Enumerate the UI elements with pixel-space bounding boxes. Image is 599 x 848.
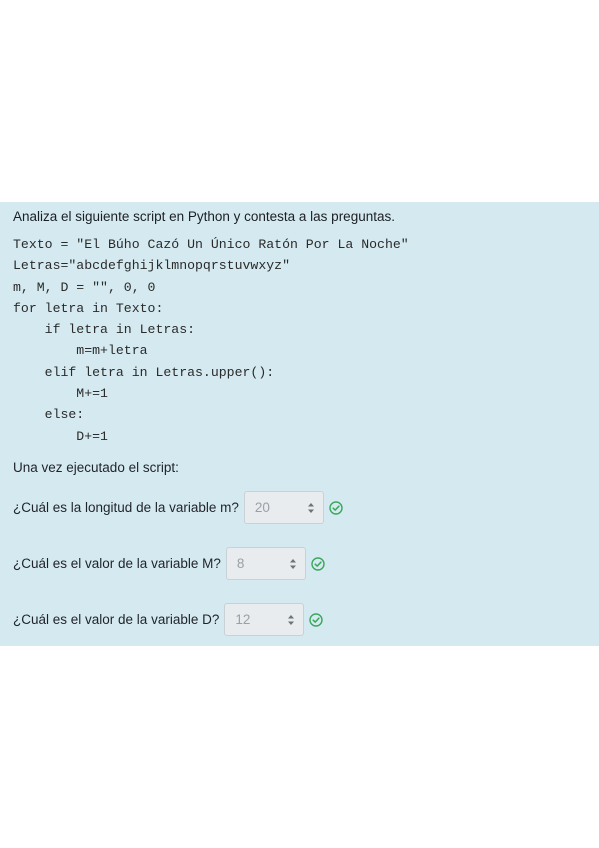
answer-select-M[interactable]: 8: [225, 547, 306, 580]
question-label: ¿Cuál es la longitud de la variable m?: [13, 500, 239, 515]
question-intro: Analiza el siguiente script en Python y …: [13, 209, 395, 224]
code-line: Texto = "El Búho Cazó Un Único Ratón Por…: [13, 237, 409, 252]
code-line: if letra in Letras:: [13, 322, 196, 338]
check-circle-icon: [309, 612, 324, 627]
question-item-m-length: ¿Cuál es la longitud de la variable m? 2…: [13, 491, 343, 524]
after-text: Una vez ejecutado el script:: [13, 459, 179, 475]
sort-caret-icon: [289, 558, 296, 569]
sort-caret-icon: [307, 502, 314, 513]
answer-select-value: 12: [235, 612, 251, 627]
question-item-M-value: ¿Cuál es el valor de la variable M? 8: [13, 547, 325, 580]
code-line: for letra in Texto:: [13, 300, 164, 316]
code-line: Letras="abcdefghijklmnopqrstuvwxyz": [13, 258, 290, 274]
answer-select-m[interactable]: 20: [243, 491, 324, 524]
code-line: m=m+letra: [13, 343, 148, 359]
question-panel: Analiza el siguiente script en Python y …: [0, 202, 599, 646]
check-circle-icon: [329, 500, 343, 515]
code-line: elif letra in Letras.upper():: [13, 364, 275, 380]
code-line: m, M, D = "", 0, 0: [13, 279, 156, 295]
answer-select-D[interactable]: 12: [224, 603, 305, 636]
question-item-D-value: ¿Cuál es el valor de la variable D? 12: [13, 603, 324, 636]
code-line: else:: [13, 407, 85, 423]
sort-caret-icon: [288, 614, 295, 625]
answer-select-value: 8: [236, 556, 245, 571]
question-label: ¿Cuál es el valor de la variable M?: [13, 556, 221, 571]
code-line: D+=1: [13, 428, 108, 444]
answer-select-value: 20: [254, 500, 270, 515]
check-circle-icon: [311, 556, 325, 571]
question-label: ¿Cuál es el valor de la variable D?: [13, 612, 220, 627]
code-block: Texto = "El Búho Cazó Un Único Ratón Por…: [13, 234, 587, 447]
code-line: M+=1: [13, 386, 108, 402]
